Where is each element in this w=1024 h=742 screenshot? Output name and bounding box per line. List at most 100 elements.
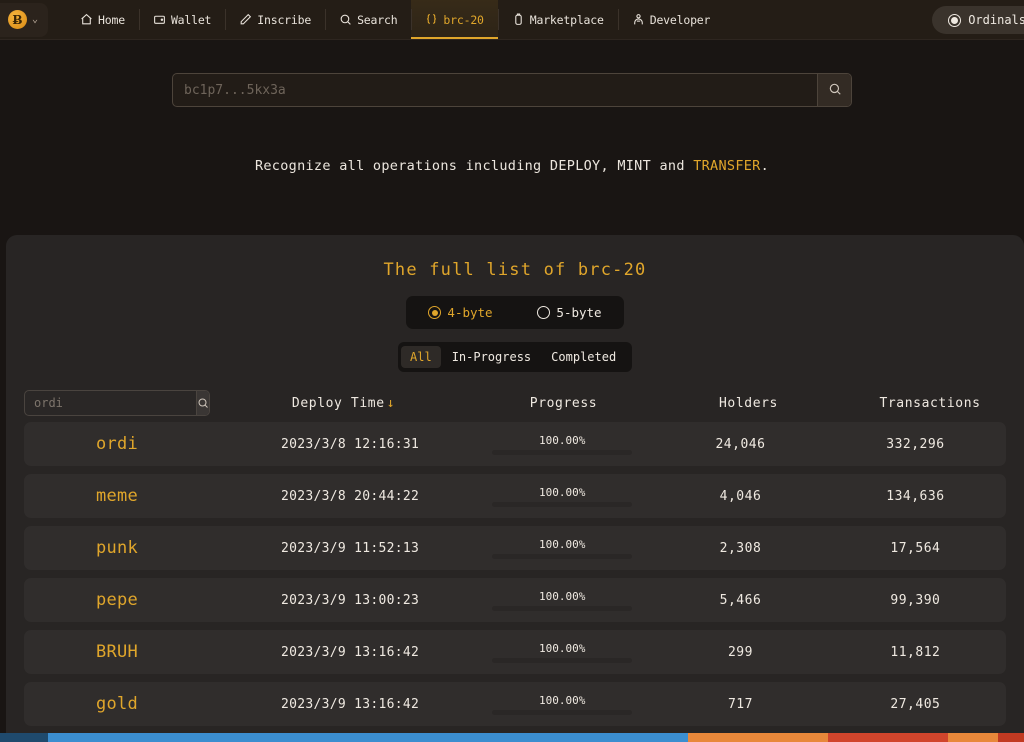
row-progress-label: 100.00%	[538, 589, 586, 603]
nav-item-home-label: Home	[98, 12, 125, 27]
sort-descending-icon[interactable]: ↓	[387, 396, 395, 411]
table-body: ordi 2023/3/8 12:16:31 100.00% 24,046 33…	[6, 422, 1024, 726]
strip-segment	[828, 733, 948, 742]
row-deploy-time: 2023/3/9 13:00:23	[281, 592, 420, 608]
nav-item-wallet-label: Wallet	[170, 12, 212, 27]
table-row[interactable]: BRUH 2023/3/9 13:16:42 100.00% 299 11,81…	[24, 630, 1006, 674]
row-progress: 100.00%	[468, 486, 656, 507]
table-row[interactable]: ordi 2023/3/8 12:16:31 100.00% 24,046 33…	[24, 422, 1006, 466]
row-ticker[interactable]: gold	[24, 694, 232, 714]
progress-bar-track	[492, 605, 633, 611]
brc20-list-panel: The full list of brc-20 4-byte 5-byte Al…	[6, 235, 1024, 740]
row-deploy-time: 2023/3/8 20:44:22	[281, 488, 420, 504]
row-holders: 299	[727, 644, 753, 660]
strip-segment	[688, 733, 828, 742]
tagline-prefix: Recognize all operations including DEPLO…	[254, 158, 694, 174]
tagline: Recognize all operations including DEPLO…	[0, 158, 1024, 174]
nav-item-search-label: Search	[357, 12, 398, 27]
table-row[interactable]: meme 2023/3/8 20:44:22 100.00% 4,046 134…	[24, 474, 1006, 518]
search-submit-button[interactable]	[817, 74, 851, 106]
hero-section: Recognize all operations including DEPLO…	[0, 40, 1024, 174]
progress-bar-track	[492, 501, 633, 507]
strip-segment	[998, 733, 1024, 742]
row-holders: 5,466	[719, 592, 762, 608]
chevron-down-icon[interactable]: ⌄	[32, 14, 38, 25]
row-ticker[interactable]: punk	[24, 538, 232, 558]
pen-icon	[239, 13, 252, 26]
row-holders: 4,046	[719, 488, 762, 504]
ticker-filter-button[interactable]	[196, 391, 209, 415]
column-header-deploy-time[interactable]: Deploy Time ↓	[221, 396, 466, 411]
row-holders: 717	[727, 696, 753, 712]
nav-item-marketplace[interactable]: Marketplace	[497, 0, 618, 39]
bottom-color-strip	[0, 733, 1024, 742]
row-transactions: 134,636	[886, 488, 945, 504]
row-progress: 100.00%	[468, 694, 656, 715]
home-icon	[80, 13, 93, 26]
row-ticker[interactable]: meme	[24, 486, 232, 506]
strip-segment	[48, 733, 688, 742]
strip-segment	[0, 733, 48, 742]
table-header: Deploy Time↓ Progress Holders Transactio…	[6, 384, 1024, 422]
table-row[interactable]: pepe 2023/3/9 13:00:23 100.00% 5,466 99,…	[24, 578, 1006, 622]
nav-item-home[interactable]: Home	[66, 0, 139, 39]
row-progress-label: 100.00%	[538, 537, 586, 551]
account-chip[interactable]: Ordinals	[932, 6, 1024, 34]
top-navigation-bar: Ƀ ⌄ Home Wallet Inscribe Search brc-20 M…	[0, 0, 1024, 40]
row-ticker[interactable]: pepe	[24, 590, 232, 610]
radio-option-5-byte-label: 5-byte	[556, 305, 602, 320]
radio-unselected-icon	[537, 306, 551, 319]
row-holders: 2,308	[719, 540, 762, 556]
row-progress: 100.00%	[468, 538, 656, 559]
table-row[interactable]: punk 2023/3/9 11:52:13 100.00% 2,308 17,…	[24, 526, 1006, 570]
tag-icon	[512, 13, 525, 26]
account-chip-label: Ordinals	[968, 13, 1024, 27]
column-header-holders: Holders	[719, 395, 778, 411]
row-progress: 100.00%	[468, 434, 656, 455]
ticker-filter-input[interactable]	[25, 391, 196, 415]
search-input[interactable]	[173, 74, 817, 106]
column-header-progress: Progress	[529, 395, 598, 411]
table-row[interactable]: gold 2023/3/9 13:16:42 100.00% 717 27,40…	[24, 682, 1006, 726]
row-progress: 100.00%	[468, 642, 656, 663]
row-transactions: 99,390	[890, 592, 941, 608]
nav-item-search[interactable]: Search	[325, 0, 411, 39]
nav-item-inscribe[interactable]: Inscribe	[225, 0, 325, 39]
row-transactions: 332,296	[886, 436, 945, 452]
row-transactions: 11,812	[890, 644, 941, 660]
braces-icon	[425, 13, 438, 26]
tagline-suffix: .	[760, 158, 770, 174]
nav-item-wallet[interactable]: Wallet	[138, 0, 225, 39]
nav-item-developer-label: Developer	[649, 12, 711, 27]
row-deploy-time: 2023/3/9 13:16:42	[281, 696, 420, 712]
row-holders: 24,046	[715, 436, 766, 452]
row-transactions: 17,564	[890, 540, 941, 556]
search-icon	[197, 394, 209, 413]
tagline-highlight: TRANSFER	[693, 158, 761, 174]
search-icon	[339, 13, 352, 26]
tab-completed[interactable]: Completed	[542, 346, 625, 368]
row-ticker[interactable]: BRUH	[24, 642, 232, 662]
ticker-filter[interactable]	[24, 390, 210, 416]
developer-icon	[632, 13, 645, 26]
tab-all[interactable]: All	[401, 346, 441, 368]
nav-item-brc20[interactable]: brc-20	[411, 0, 499, 39]
radio-option-4-byte-label: 4-byte	[447, 305, 493, 320]
strip-segment	[948, 733, 998, 742]
bitcoin-logo-icon: Ƀ	[8, 10, 27, 29]
search-icon	[828, 81, 842, 100]
bitcoin-logo-button[interactable]: Ƀ ⌄	[0, 2, 49, 37]
row-progress-label: 100.00%	[538, 485, 586, 499]
global-search[interactable]	[172, 73, 852, 107]
row-deploy-time: 2023/3/9 11:52:13	[281, 540, 420, 556]
nav-item-marketplace-label: Marketplace	[529, 12, 604, 27]
row-progress-label: 100.00%	[538, 433, 586, 447]
row-ticker[interactable]: ordi	[24, 434, 232, 454]
radio-option-4-byte[interactable]: 4-byte	[428, 305, 493, 320]
radio-option-5-byte[interactable]: 5-byte	[537, 305, 602, 320]
tab-in-progress[interactable]: In-Progress	[443, 346, 540, 368]
status-tab-group: All In-Progress Completed	[398, 342, 632, 372]
progress-bar-track	[492, 709, 633, 715]
nav-item-developer[interactable]: Developer	[617, 0, 725, 39]
row-progress: 100.00%	[468, 590, 656, 611]
